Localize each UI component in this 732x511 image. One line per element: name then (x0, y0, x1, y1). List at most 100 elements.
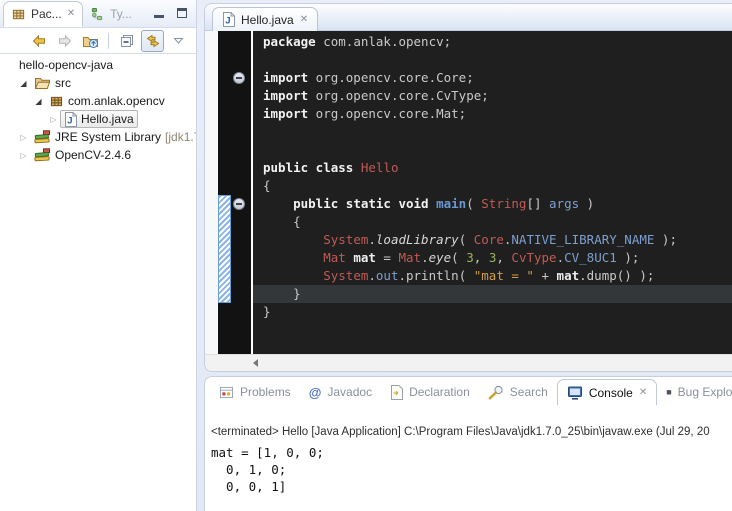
tree-collapsed-arrow-icon[interactable]: ▷ (17, 151, 30, 160)
toolbar-separator (108, 33, 109, 49)
tab-label: Search (510, 385, 548, 399)
java-file-icon: J (222, 12, 235, 27)
code-line-2[interactable] (263, 51, 732, 69)
tab-search[interactable]: Search (479, 379, 557, 405)
console-output-line: 0, 1, 0; (211, 461, 732, 478)
tab-label: Console (589, 386, 633, 400)
javadoc-icon: @ (309, 386, 322, 399)
tree-item-label: hello-opencv-java (19, 58, 113, 72)
console-header: <terminated> Hello [Java Application] C:… (211, 426, 732, 438)
tree-item-content[interactable]: hello-opencv-java (15, 56, 117, 74)
forward-icon[interactable] (53, 30, 76, 52)
code-line-14[interactable]: System.out.println( "mat = " + mat.dump(… (263, 267, 732, 285)
collapse-all-icon[interactable] (115, 30, 138, 52)
tab-type-hierarchy[interactable]: Ty... (83, 1, 139, 27)
code-line-9[interactable]: { (263, 177, 732, 195)
tab-type-hierarchy-label: Ty... (110, 7, 132, 21)
package-icon (49, 95, 64, 108)
tree-item-suffix: [jdk1.7.0 (165, 130, 197, 144)
tree-item-opencv-2-4-6[interactable]: ▷ OpenCV-2.4.6 (0, 146, 196, 164)
bottom-panel-tabbar: Problems@Javadoc Declaration Search Console… (205, 377, 732, 405)
tab-hello-java[interactable]: J Hello.java ✕ (212, 7, 318, 31)
tab-package-explorer[interactable]: Pac... ✕ (3, 1, 83, 27)
search-icon (488, 385, 504, 400)
tree-item-content[interactable]: J Hello.java (60, 110, 138, 128)
annotation-ruler[interactable] (218, 31, 251, 354)
tree-item-src[interactable]: ◢src (0, 74, 196, 92)
declaration-icon (390, 385, 403, 400)
view-menu-icon[interactable] (167, 30, 190, 52)
package-explorer-icon (11, 7, 26, 22)
code-line-4[interactable]: import org.opencv.core.CvType; (263, 87, 732, 105)
project-tree: hello-opencv-java◢src◢com.anlak.opencv▷J… (0, 54, 196, 164)
package-explorer-toolbar (0, 28, 196, 54)
code-line-16[interactable]: } (263, 303, 732, 321)
code-line-7[interactable] (263, 141, 732, 159)
java-file-icon: J (64, 112, 77, 127)
console-output[interactable]: mat = [1, 0, 0; 0, 1, 0; 0, 0, 1] (211, 444, 732, 495)
close-icon[interactable]: ✕ (639, 388, 647, 398)
tree-collapsed-arrow-icon[interactable]: ▷ (47, 115, 60, 124)
console-output-line: 0, 0, 1] (211, 478, 732, 495)
tree-item-com-anlak-opencv[interactable]: ◢ com.anlak.opencv (0, 92, 196, 110)
tree-item-label: JRE System Library (55, 130, 161, 144)
tree-item-label: com.anlak.opencv (68, 94, 165, 108)
code-line-6[interactable] (263, 123, 732, 141)
tree-item-content[interactable]: src (30, 74, 75, 92)
maximize-icon[interactable] (177, 8, 187, 18)
link-editor-icon[interactable] (141, 30, 164, 52)
scroll-left-icon[interactable] (253, 359, 258, 367)
tab-bug-explorer[interactable]: ■ Bug Explorer (657, 379, 732, 405)
up-folder-icon[interactable] (79, 30, 102, 52)
code-line-10[interactable]: public static void main( String[] args ) (263, 195, 732, 213)
tree-item-label: OpenCV-2.4.6 (55, 148, 131, 162)
minimize-icon[interactable] (154, 9, 164, 18)
tree-item-content[interactable]: OpenCV-2.4.6 (30, 146, 135, 164)
code-line-15[interactable]: } (253, 285, 732, 303)
code-line-12[interactable]: System.loadLibrary( Core.NATIVE_LIBRARY_… (263, 231, 732, 249)
tab-label: Declaration (409, 385, 470, 399)
bug-icon: ■ (666, 388, 671, 397)
tree-collapsed-arrow-icon[interactable]: ▷ (17, 133, 30, 142)
editor-margin (205, 31, 218, 354)
tab-declaration[interactable]: Declaration (381, 379, 479, 405)
editor-tabbar: J Hello.java ✕ (205, 4, 732, 31)
fold-collapse-icon[interactable] (233, 72, 245, 84)
svg-text:J: J (67, 115, 72, 126)
tree-expanded-arrow-icon[interactable]: ◢ (32, 97, 45, 106)
tree-item-hello-java[interactable]: ▷ J Hello.java (0, 110, 196, 128)
tree-item-content[interactable]: com.anlak.opencv (45, 92, 169, 110)
tab-problems[interactable]: Problems (210, 379, 300, 405)
code-line-11[interactable]: { (263, 213, 732, 231)
tree-item-label: Hello.java (81, 112, 134, 126)
tree-item-content[interactable]: JRE System Library [jdk1.7.0 (30, 128, 197, 146)
code-line-13[interactable]: Mat mat = Mat.eye( 3, 3, CvType.CV_8UC1 … (263, 249, 732, 267)
svg-text:J: J (225, 16, 230, 27)
code-line-5[interactable]: import org.opencv.core.Mat; (263, 105, 732, 123)
tab-console[interactable]: Console ✕ (557, 379, 657, 405)
console-view: <terminated> Hello [Java Application] C:… (205, 426, 732, 495)
tab-label: Bug Explorer (678, 385, 732, 399)
problems-icon (219, 386, 234, 399)
eclipse-window: { "window": { "bg": "#e7ebf6" }, "left_p… (0, 0, 732, 511)
console-icon (567, 386, 583, 400)
back-icon[interactable] (27, 30, 50, 52)
package-folder-icon (34, 76, 51, 90)
tree-item-hello-opencv-java[interactable]: hello-opencv-java (0, 56, 196, 74)
tab-javadoc[interactable]: @Javadoc (300, 379, 381, 405)
editor-tab-label: Hello.java (241, 13, 294, 27)
close-icon[interactable]: ✕ (300, 15, 308, 25)
code-line-8[interactable]: public class Hello (263, 159, 732, 177)
close-icon[interactable]: ✕ (67, 9, 75, 19)
tab-package-explorer-label: Pac... (31, 7, 62, 21)
fold-collapse-icon[interactable] (233, 198, 245, 210)
code-editor[interactable]: package com.anlak.opencv; import org.open… (253, 31, 732, 354)
library-icon (34, 130, 51, 144)
tree-item-jre-system-library[interactable]: ▷JRE System Library [jdk1.7.0 (0, 128, 196, 146)
code-line-3[interactable]: import org.opencv.core.Core; (263, 69, 732, 87)
left-panel-tabbar: Pac... ✕ Ty... (0, 0, 196, 28)
editor-hscrollbar[interactable] (205, 354, 732, 371)
java-editor: J Hello.java ✕ package com.anlak.opencv;… (204, 3, 732, 372)
code-line-1[interactable]: package com.anlak.opencv; (263, 33, 732, 51)
tree-expanded-arrow-icon[interactable]: ◢ (17, 79, 30, 88)
